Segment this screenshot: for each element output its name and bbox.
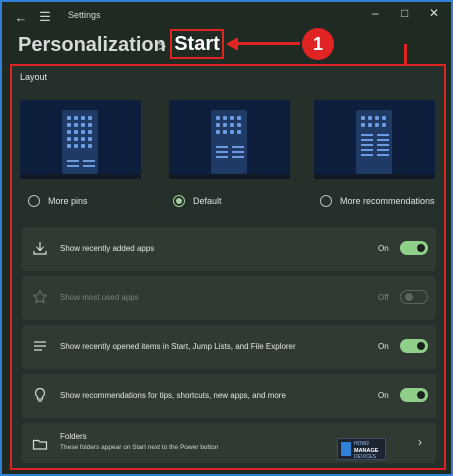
hamburger-menu-icon[interactable]: ☰ [34,6,56,28]
toggle-state: On [378,342,389,351]
list-icon [34,341,46,351]
setting-label: Show most used apps [60,293,139,302]
layout-preview-default[interactable] [169,100,290,179]
folders-subtitle: These folders appear on Start next to th… [60,444,219,451]
setting-row-recently-opened[interactable]: Show recently opened items in Start, Jum… [22,325,436,369]
radio-circle-icon [28,195,40,207]
annotation-arrowhead-left [226,37,238,51]
radio-more-recommendations[interactable]: More recommendations [320,195,435,207]
page-title: Start [174,32,220,55]
toggle-switch[interactable] [400,241,428,255]
toggle-switch [400,290,428,304]
logo-line3: DEVICES [354,454,376,460]
radio-label: More pins [48,196,88,206]
breadcrumb-separator: > [158,38,167,54]
back-arrow-icon[interactable]: ← [10,6,32,28]
annotation-badge-1: 1 [302,28,334,60]
setting-label: Show recently added apps [60,244,155,253]
setting-row-recommendations[interactable]: Show recommendations for tips, shortcuts… [22,374,436,418]
folders-title: Folders [60,432,87,441]
lightbulb-icon [34,387,46,402]
radio-default[interactable]: Default [173,195,222,207]
logo-line1: HOW2 [354,441,369,447]
app-title: Settings [68,10,101,20]
breadcrumb-parent[interactable]: Personalization [18,34,166,57]
toggle-switch[interactable] [400,388,428,402]
logo-mark-icon [341,442,351,456]
folder-icon [32,439,48,450]
toggle-state: On [378,391,389,400]
radio-checked-icon [173,195,185,207]
watermark-logo: HOW2 MANAGE DEVICES [337,438,386,460]
setting-label: Show recommendations for tips, shortcuts… [60,391,286,400]
annotation-arrow-left [232,42,300,45]
toggle-state: On [378,244,389,253]
title-bar: ← ☰ Settings – □ ✕ [0,0,453,32]
minimize-button[interactable]: – [372,6,379,20]
close-button[interactable]: ✕ [429,6,439,20]
setting-row-recently-added[interactable]: Show recently added apps On [22,227,436,271]
radio-more-pins[interactable]: More pins [28,195,88,207]
maximize-button[interactable]: □ [401,6,408,20]
chevron-right-icon: › [418,435,422,449]
setting-label: Show recently opened items in Start, Jum… [60,342,296,351]
download-icon [33,242,47,255]
radio-label: More recommendations [340,196,435,206]
toggle-switch[interactable] [400,339,428,353]
layout-preview-more-pins[interactable] [20,100,141,179]
star-icon [32,289,48,304]
radio-label: Default [193,196,222,206]
setting-row-most-used: Show most used apps Off [22,276,436,320]
layout-preview-more-recommendations[interactable] [314,100,435,179]
layout-heading: Layout [20,72,48,82]
breadcrumb-current: Start [170,29,224,59]
toggle-state: Off [378,293,389,302]
radio-circle-icon [320,195,332,207]
